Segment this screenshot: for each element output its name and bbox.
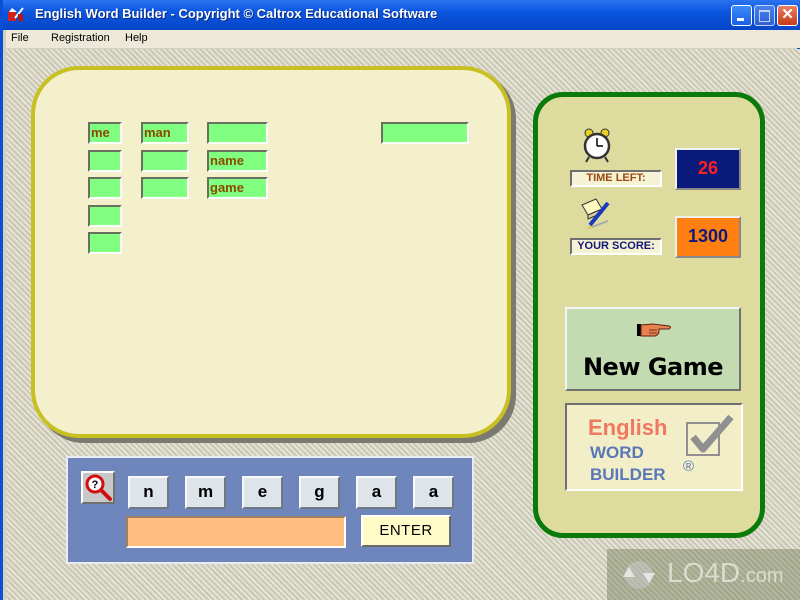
word-slot xyxy=(381,122,469,144)
word-slot: game xyxy=(207,177,268,199)
letter-tile[interactable]: a xyxy=(356,476,397,509)
letter-tile[interactable]: g xyxy=(299,476,340,509)
app-logo: English WORD BUILDER ® xyxy=(565,403,743,491)
minimize-button[interactable] xyxy=(731,5,752,26)
score-label: YOUR SCORE: xyxy=(570,238,662,255)
word-slot xyxy=(88,205,122,227)
word-slot xyxy=(141,150,189,172)
svg-text:?: ? xyxy=(92,479,99,491)
maximize-button[interactable] xyxy=(754,5,775,26)
menu-bar: File Registration Help xyxy=(6,30,800,48)
answer-input[interactable] xyxy=(126,516,346,548)
word-slot: me xyxy=(88,122,122,144)
time-left-label: TIME LEFT: xyxy=(570,170,662,187)
title-bar[interactable]: English Word Builder - Copyright © Caltr… xyxy=(3,0,800,30)
score-value: 1300 xyxy=(675,216,741,258)
app-icon xyxy=(8,7,24,21)
new-game-button[interactable]: New Game xyxy=(565,307,741,391)
word-slot xyxy=(141,177,189,199)
close-icon: ✕ xyxy=(781,6,794,23)
word-slot: name xyxy=(207,150,268,172)
watermark-text: LO4D.com xyxy=(667,557,784,589)
letter-tile[interactable]: m xyxy=(185,476,226,509)
word-slot xyxy=(88,177,122,199)
notepad-pen-icon xyxy=(581,198,610,230)
time-left-value: 26 xyxy=(675,148,741,190)
word-slot xyxy=(88,150,122,172)
menu-file[interactable]: File xyxy=(11,32,29,44)
menu-help[interactable]: Help xyxy=(125,32,148,44)
letter-panel: ? n m e g a a ENTER xyxy=(66,456,474,564)
lo4d-logo-icon xyxy=(623,561,655,589)
app-window: English Word Builder - Copyright © Caltr… xyxy=(0,0,800,600)
checkmark-icon xyxy=(686,414,734,456)
word-slot xyxy=(88,232,122,254)
alarm-clock-icon xyxy=(583,128,611,163)
window-title: English Word Builder - Copyright © Caltr… xyxy=(35,6,438,21)
letter-tile[interactable]: n xyxy=(128,476,169,509)
registered-mark: ® xyxy=(683,458,695,475)
watermark-suffix: .com xyxy=(740,565,784,587)
letter-tile[interactable]: e xyxy=(242,476,283,509)
watermark: LO4D.com xyxy=(607,549,800,600)
logo-line-english: English xyxy=(588,415,668,440)
magnifier-question-icon: ? xyxy=(85,474,112,501)
status-panel: TIME LEFT: 26 YOUR SCORE: 1300 New Game xyxy=(533,92,765,538)
hint-button[interactable]: ? xyxy=(81,471,115,504)
logo-line-builder: BUILDER xyxy=(590,465,666,484)
letter-tile[interactable]: a xyxy=(413,476,454,509)
logo-line-word: WORD xyxy=(590,443,644,462)
close-button[interactable]: ✕ xyxy=(777,5,798,26)
new-game-label: New Game xyxy=(582,353,724,381)
word-slot xyxy=(207,122,268,144)
game-area: me man name game ? n m e g a a ENTER TIM… xyxy=(6,49,800,600)
pointing-hand-icon xyxy=(637,323,671,337)
menu-registration[interactable]: Registration xyxy=(51,32,110,44)
word-slot: man xyxy=(141,122,189,144)
enter-button[interactable]: ENTER xyxy=(361,515,451,547)
word-board: me man name game xyxy=(31,66,511,438)
watermark-brand: LO4D xyxy=(667,557,741,588)
